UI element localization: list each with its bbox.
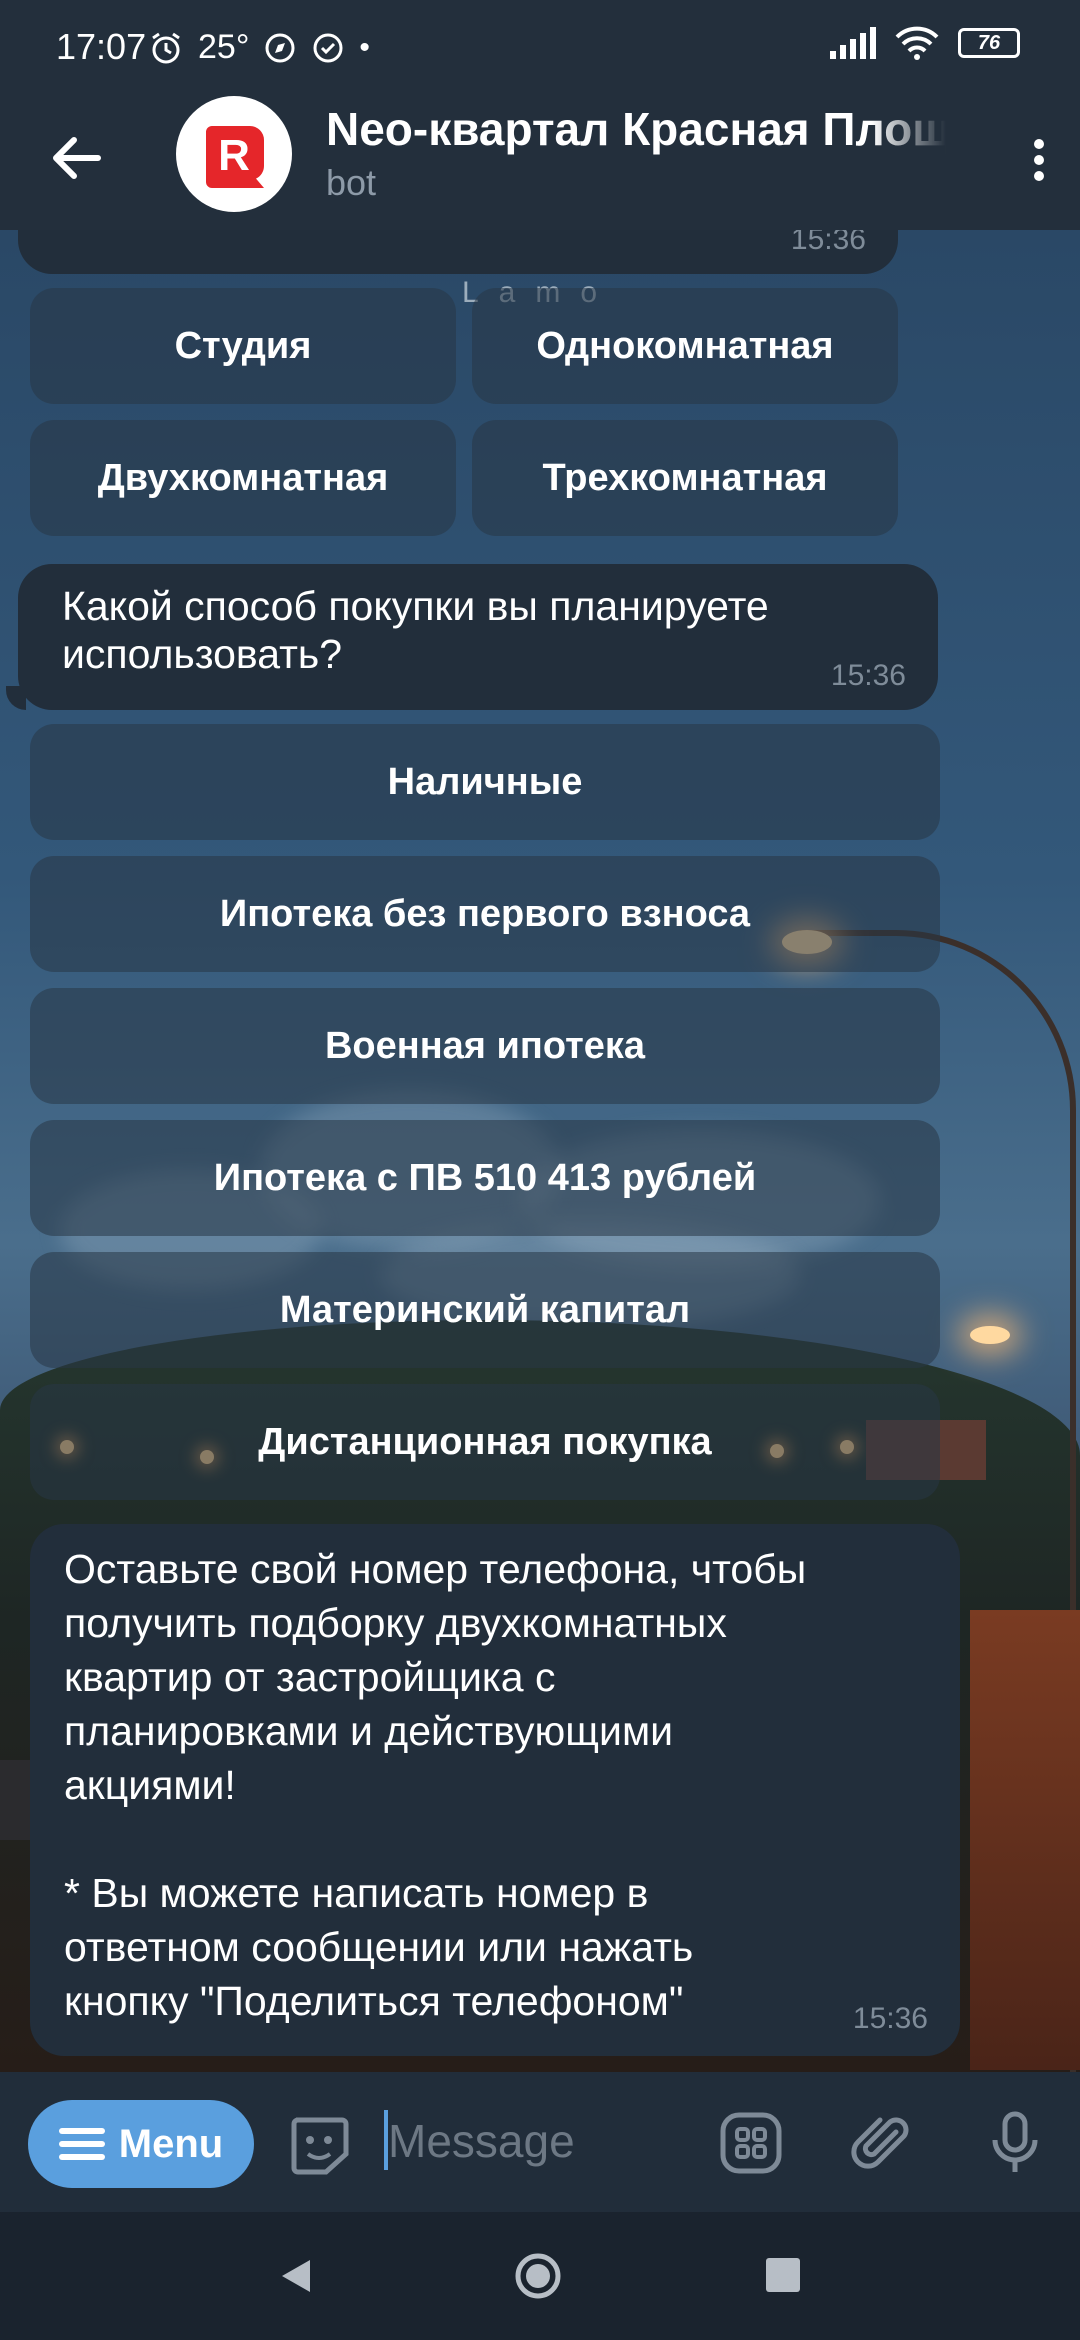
message-line: получить подборку двухкомнатных [64, 1600, 727, 1646]
message-line: * Вы можете написать номер в [64, 1870, 649, 1916]
room-button-three-room[interactable]: Трехкомнатная [472, 420, 898, 536]
message-line: планировками и действующими [64, 1708, 674, 1754]
sticker-icon[interactable] [286, 2112, 352, 2178]
message-input-bar: Menu [0, 2072, 1080, 2212]
message-line: квартир от застройщика с [64, 1654, 556, 1700]
purchase-button-remote-purchase[interactable]: Дистанционная покупка [30, 1384, 940, 1500]
battery-icon: 76 [958, 28, 1020, 58]
purchase-button-mortgage-pv[interactable]: Ипотека с ПВ 510 413 рублей [30, 1120, 940, 1236]
status-icons-left: 25° • [148, 28, 370, 67]
temperature-text: 25° [198, 28, 250, 66]
compass-icon [265, 33, 295, 62]
message-line [64, 1812, 926, 1866]
brand-logo-icon: R [206, 126, 264, 188]
message-input[interactable] [388, 2108, 688, 2174]
message-bubble-phone-request: Оставьте свой номер телефона, чтобы полу… [30, 1524, 960, 2056]
message-line: кнопку "Поделиться телефоном" [64, 1978, 684, 2024]
status-bar: 17:07 25° • 76 [0, 0, 1080, 96]
menu-icon [58, 2128, 105, 2160]
microphone-icon[interactable] [982, 2110, 1048, 2176]
room-button-studio[interactable]: Студия [30, 288, 456, 404]
bot-menu-button[interactable]: Menu [28, 2100, 254, 2188]
attach-icon[interactable] [850, 2110, 916, 2176]
alarm-icon [152, 32, 180, 63]
room-button-one-room[interactable]: Однокомнатная [472, 288, 898, 404]
nav-home-icon[interactable] [514, 2252, 562, 2300]
purchase-button-military-mortgage[interactable]: Военная ипотека [30, 988, 940, 1104]
dot-icon: • [359, 30, 370, 64]
purchase-button-maternity-capital[interactable]: Материнский капитал [30, 1252, 940, 1368]
message-line: ответном сообщении или нажать [64, 1924, 694, 1970]
back-arrow-icon[interactable] [48, 130, 104, 186]
nav-back-icon[interactable] [276, 2256, 316, 2296]
message-time: 15:36 [830, 659, 906, 692]
check-circle-icon [313, 33, 343, 62]
message-time: 15:36 [852, 2002, 928, 2035]
status-time: 17:07 [56, 26, 147, 67]
system-navigation-bar [0, 2212, 1080, 2340]
purchase-button-no-down-payment[interactable]: Ипотека без первого взноса [30, 856, 940, 972]
room-button-two-room[interactable]: Двухкомнатная [30, 420, 456, 536]
bot-avatar[interactable]: R [176, 96, 292, 212]
purchase-button-cash[interactable]: Наличные [30, 724, 940, 840]
nav-recents-icon[interactable] [766, 2258, 800, 2292]
message-bubble-previous: 15:36 [18, 230, 898, 274]
chat-subtitle: bot [326, 162, 377, 203]
wifi-icon [895, 26, 939, 60]
message-text: Какой способ покупки вы планируете испол… [62, 583, 769, 677]
chat-title[interactable]: Neo-квартал Красная Площадь [326, 102, 946, 156]
message-bubble-purchase: Какой способ покупки вы планируете испол… [18, 564, 938, 710]
message-line: акциями! [64, 1762, 236, 1808]
menu-label: Menu [118, 2121, 224, 2166]
chat-area[interactable]: 15:36 Lamo Студия Однокомнатная Двухкомн… [0, 230, 1080, 2072]
more-vert-icon[interactable] [1024, 130, 1054, 190]
signal-icon [830, 27, 876, 59]
message-time: 15:36 [790, 230, 866, 256]
avatar-letter: R [218, 131, 250, 180]
bubble-tail [6, 686, 26, 710]
message-line: Оставьте свой номер телефона, чтобы [64, 1546, 807, 1592]
bot-commands-icon[interactable] [718, 2110, 784, 2176]
chat-header: R Neo-квартал Красная Площадь bot [0, 96, 1080, 230]
status-icons-right: 76 [828, 26, 1020, 60]
